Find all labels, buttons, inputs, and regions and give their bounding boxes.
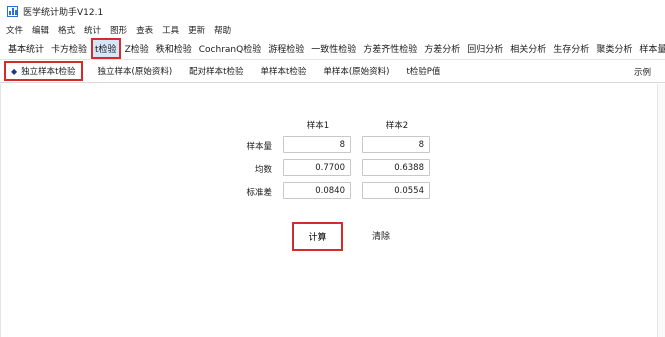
calculate-button[interactable]: 计算 [292, 222, 343, 251]
tool-sample-size-estimation[interactable]: 样本量估算 [636, 39, 665, 58]
row-label-standard-deviation: 标准差 [246, 188, 272, 198]
menu-file[interactable]: 文件 [6, 24, 23, 36]
tab-independent-samples-t-test[interactable]: ◆ 独立样本t检验 [4, 61, 83, 81]
tool-regression-analysis[interactable]: 回归分析 [464, 39, 506, 58]
sample-2-sd-input[interactable] [362, 182, 430, 199]
tab-one-sample-t-test[interactable]: 单样本t检验 [260, 65, 306, 77]
tool-rank-sum-test[interactable]: 秩和检验 [153, 39, 195, 58]
title-bar: 医学统计助手V12.1 [0, 0, 665, 22]
menu-update[interactable]: 更新 [188, 24, 205, 36]
sample-2-size-input[interactable] [362, 136, 430, 153]
menu-statistics[interactable]: 统计 [84, 24, 101, 36]
diamond-icon: ◆ [11, 66, 18, 76]
tool-chi-square-test[interactable]: 卡方检验 [48, 39, 90, 58]
tab-one-sample-raw[interactable]: 单样本(原始资料) [323, 65, 389, 77]
tool-t-test[interactable]: t检验 [91, 38, 121, 59]
tool-z-test[interactable]: Z检验 [122, 39, 152, 58]
tool-anova[interactable]: 方差分析 [421, 39, 463, 58]
row-label-sample-size: 样本量 [246, 142, 272, 152]
column-header-sample-1: 样本1 [306, 121, 330, 131]
menu-edit[interactable]: 编辑 [32, 24, 49, 36]
tab-t-test-p-value[interactable]: t检验P值 [406, 65, 440, 77]
tab-label: 独立样本t检验 [21, 67, 76, 77]
t-test-subtabs: ◆ 独立样本t检验 独立样本(原始资料) 配对样本t检验 单样本t检验 单样本(… [0, 59, 665, 83]
test-toolbar: 基本统计 卡方检验 t检验 Z检验 秩和检验 CochranQ检验 游程检验 一… [0, 38, 665, 59]
row-label-mean: 均数 [254, 165, 272, 175]
tool-cochran-q-test[interactable]: CochranQ检验 [196, 39, 264, 58]
sample-2-mean-input[interactable] [362, 159, 430, 176]
sample-1-size-input[interactable] [283, 136, 351, 153]
right-scroll-edge [657, 84, 665, 337]
sample-1-mean-input[interactable] [283, 159, 351, 176]
column-header-sample-2: 样本2 [385, 121, 409, 131]
menu-help[interactable]: 帮助 [214, 24, 231, 36]
menu-tools[interactable]: 工具 [162, 24, 179, 36]
tool-survival-analysis[interactable]: 生存分析 [550, 39, 592, 58]
menu-format[interactable]: 格式 [58, 24, 75, 36]
tab-paired-samples-t-test[interactable]: 配对样本t检验 [189, 65, 243, 77]
tool-runs-test[interactable]: 游程检验 [265, 39, 307, 58]
sample-1-sd-input[interactable] [283, 182, 351, 199]
clear-button[interactable]: 清除 [372, 229, 390, 242]
window-title: 医学统计助手V12.1 [23, 7, 104, 18]
tab-independent-samples-raw[interactable]: 独立样本(原始资料) [98, 65, 173, 77]
tool-cluster-analysis[interactable]: 聚类分析 [593, 39, 635, 58]
tool-basic-statistics[interactable]: 基本统计 [5, 39, 47, 58]
tool-correlation-analysis[interactable]: 相关分析 [507, 39, 549, 58]
menu-graphics[interactable]: 图形 [110, 24, 127, 36]
tool-variance-homogeneity-test[interactable]: 方差齐性检验 [360, 39, 420, 58]
left-border [0, 84, 1, 337]
menu-lookup-table[interactable]: 查表 [136, 24, 153, 36]
tool-agreement-test[interactable]: 一致性检验 [308, 39, 359, 58]
bar-chart-icon [7, 5, 18, 17]
example-link[interactable]: 示例 [634, 66, 651, 78]
menu-bar: 文件 编辑 格式 统计 图形 查表 工具 更新 帮助 [0, 22, 665, 38]
